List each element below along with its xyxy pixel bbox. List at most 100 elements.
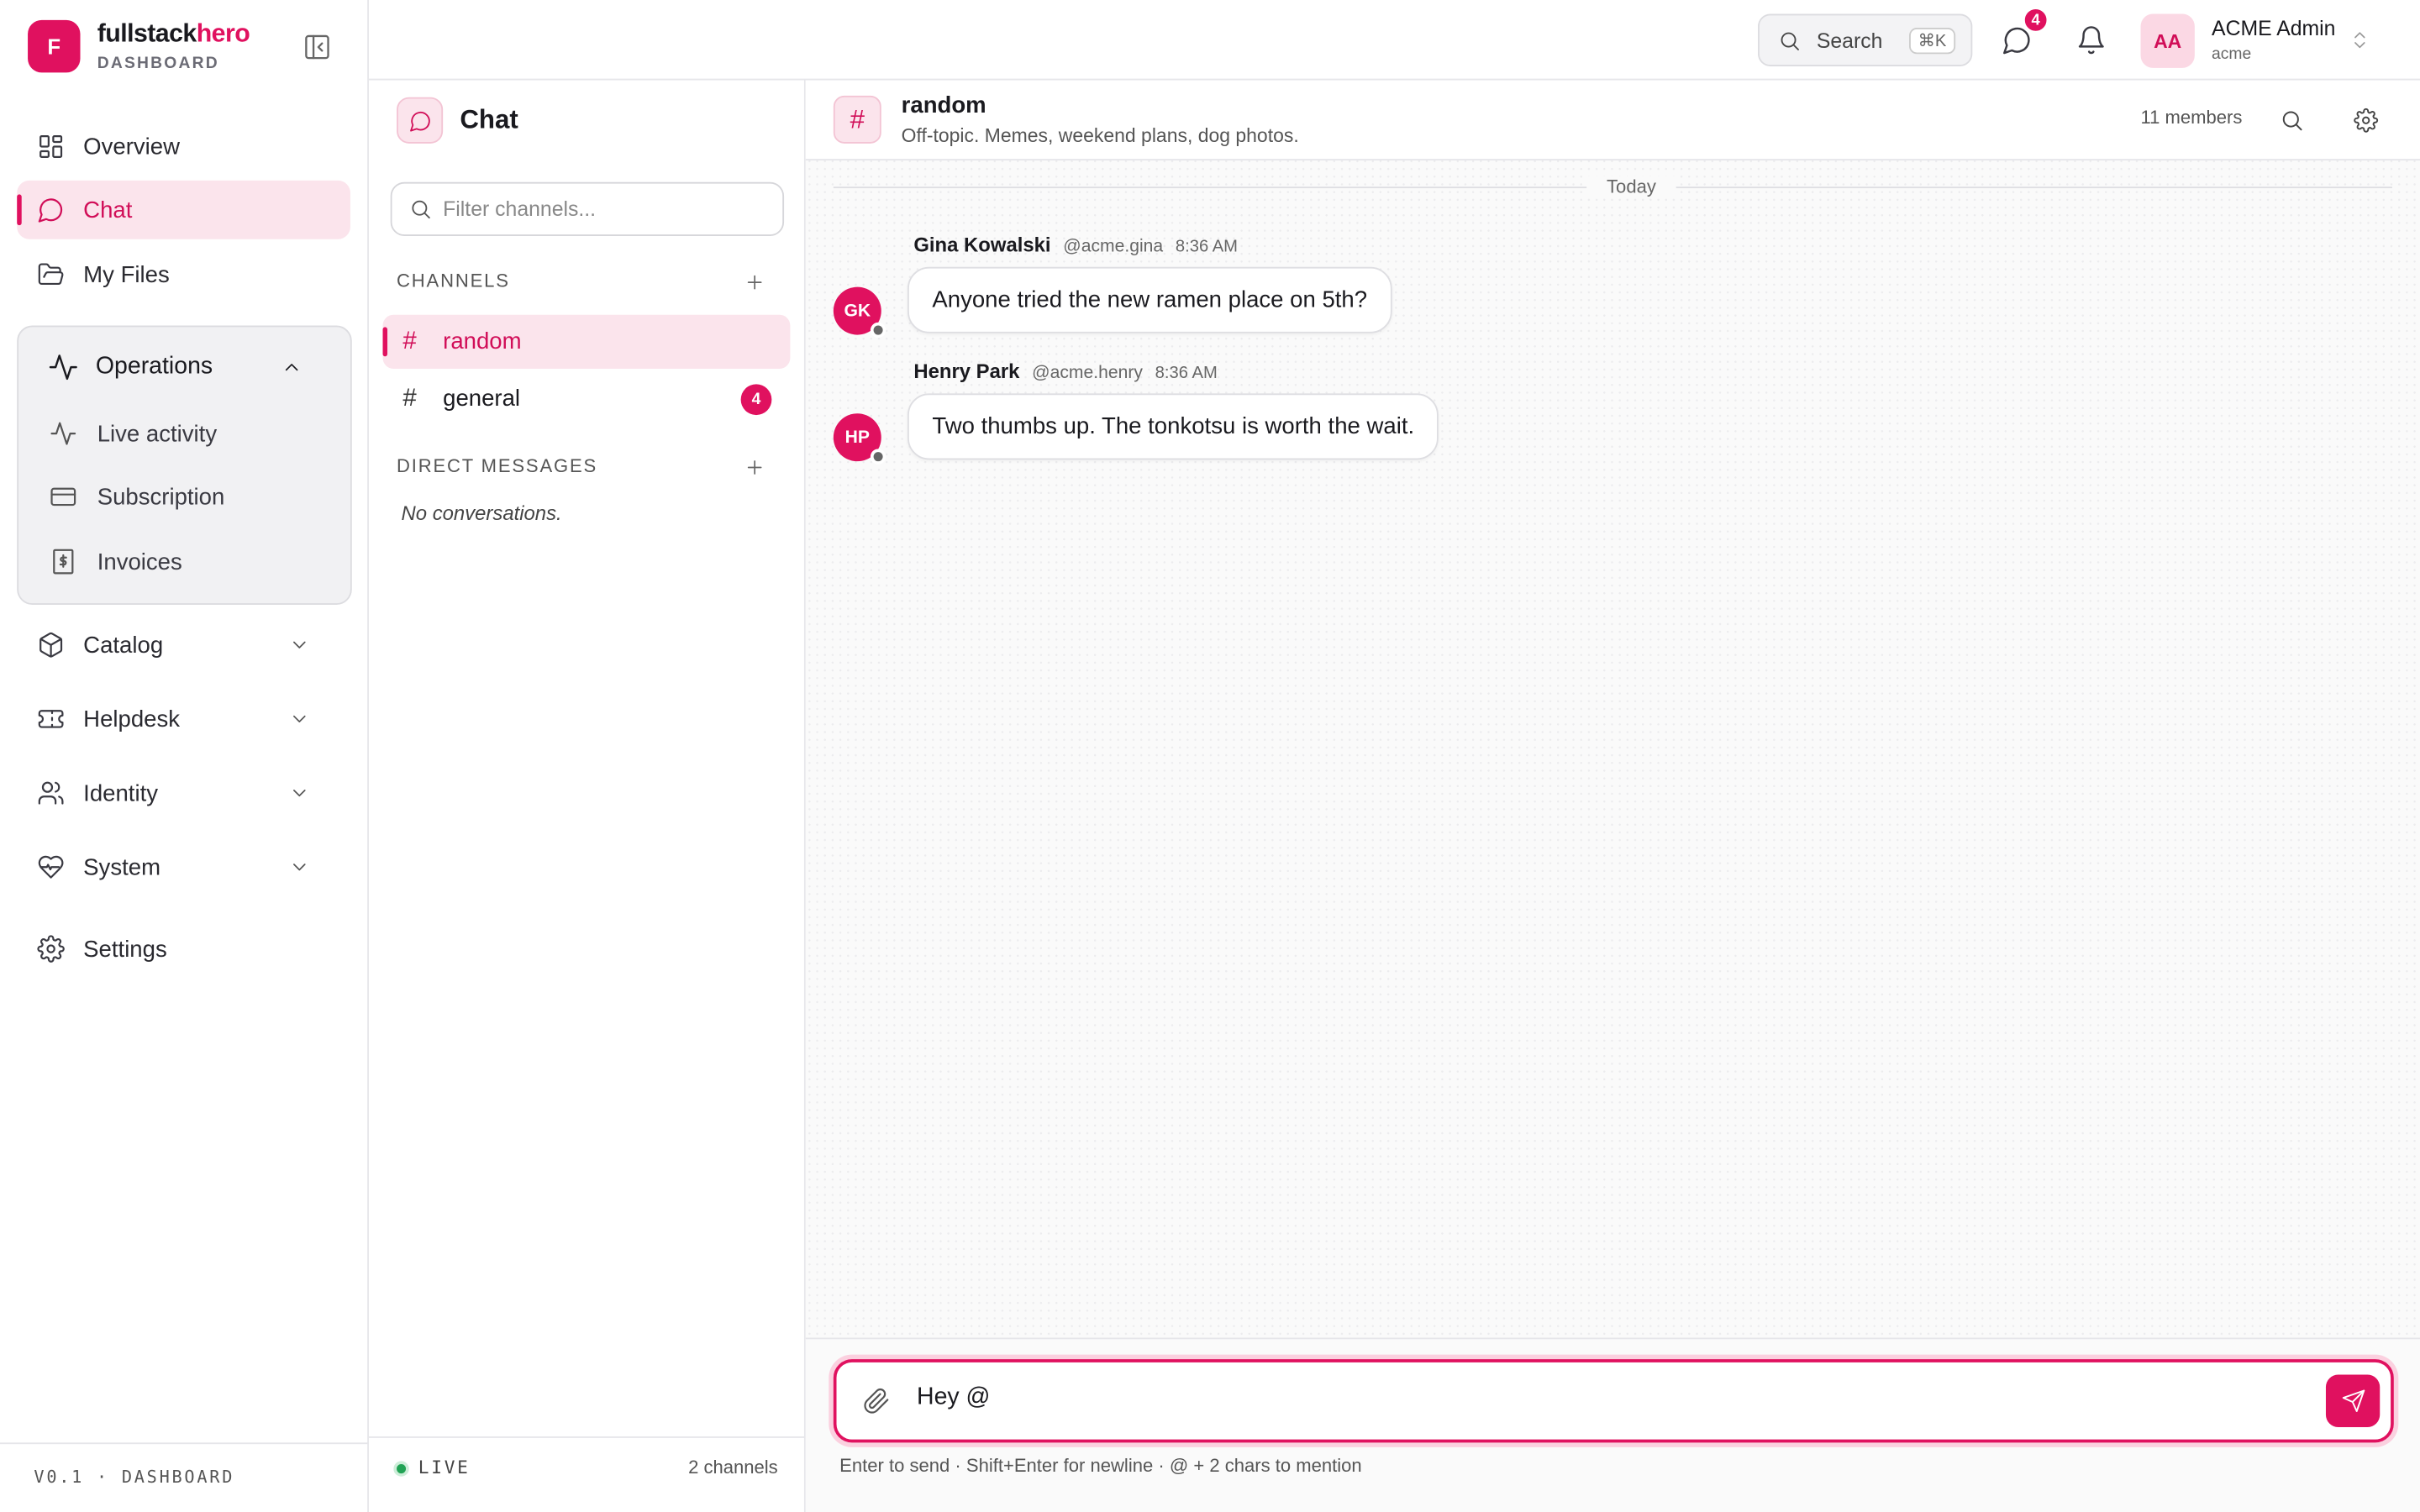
- conversation-title: random: [901, 92, 986, 119]
- search-shortcut: ⌘K: [1908, 27, 1956, 54]
- search-icon: [409, 197, 433, 221]
- sidebar-item-my-files[interactable]: My Files: [17, 245, 350, 304]
- send-button[interactable]: [2325, 1374, 2381, 1427]
- paperclip-icon[interactable]: [863, 1387, 891, 1415]
- sidebar-item-label: Invoices: [97, 548, 182, 575]
- gear-icon: [37, 935, 65, 963]
- search-icon[interactable]: [2280, 108, 2304, 133]
- sidebar-item-label: Live activity: [97, 420, 218, 447]
- sidebar-item-label: Catalog: [83, 632, 164, 659]
- sidebar: F fullstackhero DASHBOARD Overview Chat …: [0, 0, 369, 1512]
- avatar[interactable]: HP: [833, 413, 886, 465]
- version-footer: V0.1 · DASHBOARD: [0, 1442, 369, 1512]
- chevron-down-icon: [288, 634, 310, 656]
- operations-toggle[interactable]: Operations: [18, 339, 350, 395]
- avatar[interactable]: GK: [833, 286, 886, 339]
- channels-section-label: CHANNELS: [397, 270, 510, 292]
- presence-indicator: [870, 449, 886, 465]
- message-meta: Henry Park @acme.henry 8:36 AM: [913, 360, 1217, 383]
- brand[interactable]: F fullstackhero DASHBOARD: [28, 19, 250, 73]
- gear-icon[interactable]: [2354, 108, 2379, 133]
- chat-bubble-icon: [37, 196, 65, 223]
- credit-card-icon: [50, 483, 77, 511]
- sidebar-item-identity[interactable]: Identity: [17, 764, 350, 822]
- bell-icon[interactable]: [2075, 24, 2107, 55]
- message-time: 8:36 AM: [1175, 237, 1239, 256]
- unread-badge: 4: [740, 384, 772, 416]
- composer-hint: Enter to send · Shift+Enter for newline …: [839, 1455, 1362, 1477]
- sidebar-item-overview[interactable]: Overview: [17, 118, 350, 176]
- message-author[interactable]: Gina Kowalski: [913, 233, 1050, 256]
- sidebar-item-label: Overview: [83, 133, 181, 160]
- sidebar-item-helpdesk[interactable]: Helpdesk: [17, 690, 350, 748]
- message-bubble: Two thumbs up. The tonkotsu is worth the…: [907, 393, 1439, 460]
- channel-panel-footer: LIVE 2 channels: [368, 1436, 806, 1512]
- brand-subtitle: DASHBOARD: [97, 54, 219, 73]
- user-org: acme: [2212, 45, 2252, 64]
- message-handle: @acme.henry: [1032, 364, 1143, 383]
- chevron-up-icon: [281, 356, 302, 378]
- day-separator-label: Today: [1586, 176, 1676, 198]
- send-icon: [2340, 1389, 2365, 1413]
- message-author[interactable]: Henry Park: [913, 360, 1019, 383]
- presence-indicator: [870, 322, 886, 339]
- message-handle: @acme.gina: [1063, 237, 1164, 256]
- channel-name: random: [443, 328, 522, 355]
- sidebar-item-label: System: [83, 853, 161, 880]
- sidebar-item-label: Subscription: [97, 483, 225, 511]
- brand-name: fullstackhero: [97, 19, 250, 48]
- add-direct-message-icon[interactable]: [744, 457, 765, 479]
- message-input[interactable]: Hey @: [917, 1384, 990, 1412]
- search-icon: [1778, 29, 1802, 52]
- sidebar-item-label: Settings: [83, 935, 167, 963]
- grid-icon: [37, 133, 65, 160]
- chat-bubble-icon: [408, 108, 432, 132]
- channel-item-random[interactable]: # random: [382, 314, 791, 369]
- message-time: 8:36 AM: [1155, 364, 1218, 383]
- sidebar-item-label: My Files: [83, 261, 170, 288]
- top-bar: Search ⌘K 4 AA ACME Admin acme: [368, 0, 2420, 81]
- composer-area: Hey @ Enter to send · Shift+Enter for ne…: [805, 1337, 2420, 1512]
- conversation-description: Off-topic. Memes, weekend plans, dog pho…: [901, 124, 1299, 147]
- sidebar-item-label: Identity: [83, 780, 159, 806]
- operations-label: Operations: [95, 353, 213, 380]
- channel-panel: Chat CHANNELS # random # general 4 DIREC…: [368, 80, 806, 1512]
- sidebar-item-settings[interactable]: Settings: [17, 920, 350, 979]
- no-conversations-text: No conversations.: [401, 501, 562, 525]
- conversation-pane: # random Off-topic. Memes, weekend plans…: [805, 80, 2420, 1512]
- chevron-up-down-icon[interactable]: [2349, 28, 2371, 52]
- search-button[interactable]: Search ⌘K: [1758, 13, 1973, 66]
- conversation-header: # random Off-topic. Memes, weekend plans…: [805, 80, 2420, 161]
- sidebar-item-system[interactable]: System: [17, 837, 350, 896]
- message-meta: Gina Kowalski @acme.gina 8:36 AM: [913, 233, 1238, 256]
- channel-count: 2 channels: [688, 1456, 778, 1478]
- chat-panel-title: Chat: [460, 104, 518, 134]
- channel-item-general[interactable]: # general 4: [383, 372, 791, 426]
- folder-icon: [37, 260, 65, 288]
- direct-messages-section-label: DIRECT MESSAGES: [397, 454, 598, 477]
- day-separator: Today: [833, 176, 2392, 198]
- heart-pulse-icon: [37, 853, 65, 881]
- filter-channels-input[interactable]: [443, 197, 752, 221]
- channel-name: general: [443, 386, 521, 412]
- activity-icon: [48, 352, 79, 383]
- chat-header-badge: [397, 97, 444, 144]
- sidebar-item-chat[interactable]: Chat: [17, 180, 350, 239]
- sidebar-item-catalog[interactable]: Catalog: [17, 616, 350, 675]
- sidebar-item-label: Chat: [83, 197, 133, 223]
- sidebar-item-live-activity[interactable]: Live activity: [18, 406, 350, 461]
- collapse-sidebar-icon[interactable]: [302, 33, 332, 62]
- filter-channels-field[interactable]: [390, 181, 785, 237]
- hash-icon: #: [402, 328, 417, 354]
- chevron-down-icon: [288, 856, 310, 878]
- sidebar-item-invoices[interactable]: Invoices: [18, 534, 350, 590]
- sidebar-item-subscription[interactable]: Subscription: [18, 469, 350, 524]
- search-label: Search: [1816, 28, 1883, 52]
- member-count[interactable]: 11 members: [2141, 107, 2243, 129]
- live-label: LIVE: [418, 1456, 471, 1478]
- user-name[interactable]: ACME Admin: [2212, 17, 2335, 40]
- add-channel-icon[interactable]: [744, 271, 765, 293]
- message-composer[interactable]: Hey @: [833, 1359, 2394, 1443]
- operations-group: Operations Live activity Subscription In…: [17, 325, 352, 605]
- user-avatar[interactable]: AA: [2140, 13, 2195, 68]
